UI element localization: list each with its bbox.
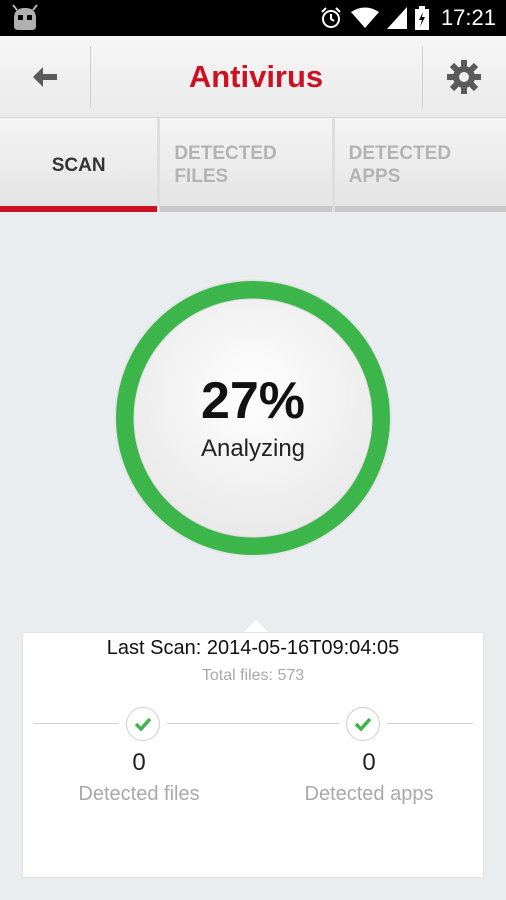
tab-indicator (0, 206, 158, 212)
tab-label: DETECTED APPS (348, 143, 452, 187)
battery-icon (414, 6, 429, 30)
tab-indicator (334, 206, 506, 212)
total-files-text: Total files: 573 (201, 667, 305, 684)
signal-icon (386, 7, 407, 29)
last-scan-text: Last Scan: 2014-05-16T09:04:05 (106, 637, 400, 659)
alarm-icon (321, 7, 341, 28)
progress-percent: 27% (200, 372, 306, 430)
gear-icon (447, 60, 481, 94)
back-button[interactable] (0, 36, 90, 118)
scan-summary-card: Last Scan: 2014-05-16T09:04:05 Total fil… (22, 632, 484, 878)
tab-indicator (160, 206, 332, 212)
tab-label: DETECTED FILES (174, 143, 277, 187)
tab-detected-files[interactable]: DETECTED FILES (160, 118, 335, 212)
tab-scan[interactable]: SCAN (0, 118, 161, 212)
settings-button[interactable] (422, 36, 506, 118)
wifi-icon (350, 7, 379, 28)
scan-status: Analyzing (200, 435, 306, 462)
tab-detected-apps[interactable]: DETECTED APPS (334, 118, 506, 212)
check-icon (354, 717, 372, 731)
divider (387, 723, 473, 724)
card-pointer (244, 620, 268, 632)
page-title: Antivirus (188, 59, 324, 94)
detected-apps-label: Detected apps (304, 783, 434, 805)
android-icon (12, 4, 38, 30)
detected-files-check (126, 707, 160, 741)
divider (167, 723, 339, 724)
scan-progress-gauge: 27% Analyzing (110, 275, 396, 561)
action-bar: Antivirus (0, 36, 506, 118)
detected-apps-count: 0 (362, 749, 376, 776)
back-arrow-icon (33, 67, 57, 87)
tab-label: SCAN (51, 154, 106, 176)
detected-files-count: 0 (132, 749, 146, 776)
clock: 17:21 (440, 5, 496, 30)
status-bar: 17:21 (0, 0, 506, 36)
detected-apps-check (346, 707, 380, 741)
detected-files-label: Detected files (78, 783, 200, 805)
check-icon (134, 717, 152, 731)
divider (33, 723, 119, 724)
tab-bar: SCAN DETECTED FILES DETECTED APPS (0, 118, 506, 212)
